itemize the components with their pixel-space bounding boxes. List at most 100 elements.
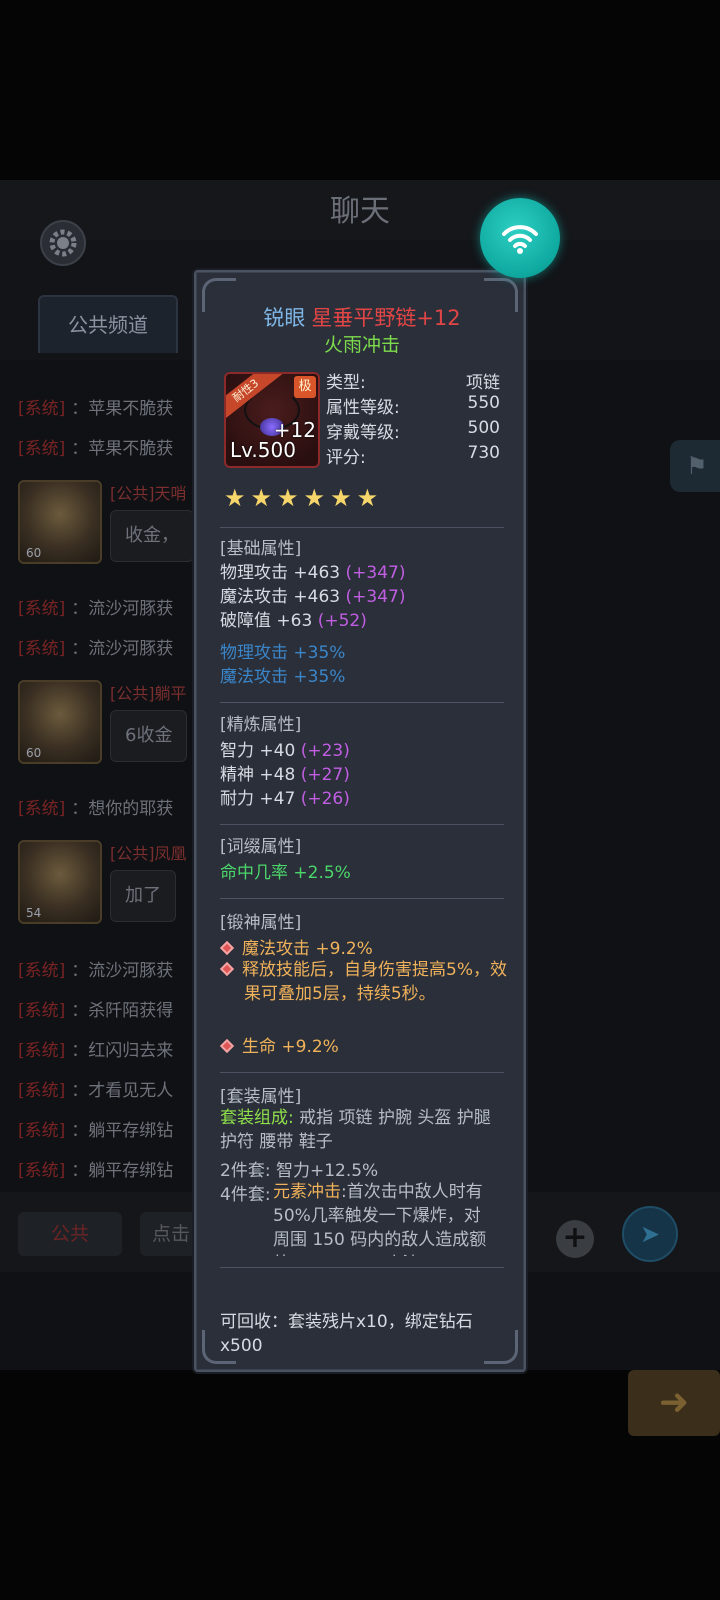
send-icon: ➤ [639,1220,661,1248]
attr-bonus: (+347) [345,587,406,607]
system-tag: [系统] [18,599,66,619]
message-bubble: 收金， [110,510,194,562]
stat-value: 550 [467,393,500,413]
star-rating: ★★★★★★ [224,484,384,512]
list-item: [系统] ：躺平存绑钻 [18,1156,173,1181]
set-composition: 套装组成: 戒指 项链 护腕 头盔 护腿 护符 腰带 鞋子 [220,1106,510,1154]
recycle-info: 可回收：套装残片x10，绑定钻石x500 [220,1312,473,1356]
list-item: [系统] ：流沙河豚获 [18,956,173,981]
divider [220,1072,504,1073]
channel-select-button[interactable]: 公共 [18,1212,122,1256]
system-tag: [系统] [18,439,66,459]
forge-text: 释放技能后，自身伤害提高5%，效果可叠加5层，持续5秒。 [242,960,507,1004]
system-message: ：躺平存绑钻 [71,1121,174,1141]
system-message: ：杀阡陌获得 [71,1001,174,1021]
system-tag: [系统] [18,799,66,819]
system-message: ：红闪归去来 [71,1041,174,1061]
arrow-right-icon: ➜ [658,1382,690,1423]
tab-public-label: 公共频道 [68,313,148,337]
stat-value: 730 [467,443,500,463]
attr-bonus: (+52) [317,611,367,631]
message-bubble: 加了 [110,870,176,922]
grade-badge: 极 [294,376,316,398]
system-message: ：流沙河豚获 [71,599,174,619]
system-tag: [系统] [18,961,66,981]
system-tag: [系统] [18,399,66,419]
system-tag: [系统] [18,1041,66,1061]
chat-title: 聊天 [330,194,390,229]
divider [220,824,504,825]
chat-input[interactable]: 点击 [140,1212,200,1256]
list-item: [系统] ：苹果不脆获 [18,394,173,419]
set-four-piece: 元素冲击:首次击中敌人时有50%几率触发一下爆炸，对周围 150 码内的敌人造成… [273,1180,491,1256]
percent-attr-line: 物理攻击 +35% [220,643,346,663]
tab-public-channel[interactable]: 公共频道 [38,295,178,353]
send-button[interactable]: ➤ [622,1206,678,1262]
attr-bonus: (+23) [300,741,350,761]
section-forge-title: [锻神属性] [220,913,302,933]
gear-icon[interactable] [40,220,86,266]
refine-attr-line: 精神 +48 (+27) [220,760,350,785]
system-tag: [系统] [18,639,66,659]
item-level: Lv.500 [230,438,296,462]
item-prefix: 锐眼 [263,306,306,330]
section-set-title: [套装属性] [220,1087,302,1107]
refine-attr-line: 智力 +40 (+23) [220,736,350,761]
attr-bonus: (+26) [300,789,350,809]
player-name[interactable]: [公共]躺平 [110,680,187,704]
system-tag: [系统] [18,1161,66,1181]
arrow-button[interactable]: ➜ [628,1370,720,1436]
system-message: ：流沙河豚获 [71,639,174,659]
list-item: [系统] ：杀阡陌获得 [18,996,173,1021]
system-message: ：流沙河豚获 [71,961,174,981]
stat-label: 属性等级: [326,398,400,418]
stat-value: 项链 [466,373,500,393]
list-item: [系统] ：流沙河豚获 [18,634,173,659]
plus-icon[interactable]: + [556,1220,594,1258]
forge-text: 魔法攻击 +9.2% [242,939,373,959]
flag-icon: ⚑ [686,452,708,480]
flag-button[interactable]: ⚑ [670,440,720,492]
list-item: [系统] ：流沙河豚获 [18,594,173,619]
refine-attr-line: 耐力 +47 (+26) [220,784,350,809]
list-item: [系统] ：躺平存绑钻 [18,1116,173,1141]
avatar-level: 54 [26,906,42,920]
stat-label: 评分: [326,448,366,468]
attr-text: 魔法攻击 +463 [220,587,341,607]
diamond-icon [219,1038,235,1054]
chat-header: 聊天 [0,180,720,240]
section-refine-title: [精炼属性] [220,715,302,735]
player-name[interactable]: [公共]凤凰 [110,840,187,864]
forge-text: 生命 +9.2% [242,1037,339,1057]
set-four-clip: 元素冲击:首次击中敌人时有50%几率触发一下爆炸，对周围 150 码内的敌人造成… [196,1178,528,1256]
item-tooltip[interactable]: 锐眼 星垂平野链+12 火雨冲击 耐性3 极 +12 Lv.500 类型: 项链 属… [194,270,526,1372]
avatar[interactable]: 60 [18,480,102,564]
system-message: ：躺平存绑钻 [71,1161,174,1181]
diamond-icon [219,940,235,956]
wifi-icon[interactable] [480,198,560,278]
attr-text: 破障值 +63 [220,611,313,631]
percent-attr-line: 魔法攻击 +35% [220,667,346,687]
item-subtitle: 火雨冲击 [323,334,400,356]
system-message: ：苹果不脆获 [71,439,174,459]
system-message: ：想你的耶获 [71,799,174,819]
avatar[interactable]: 60 [18,680,102,764]
forge-attr-line: 释放技能后，自身伤害提高5%，效果可叠加5层，持续5秒。 [219,958,510,1006]
stat-label: 穿戴等级: [326,423,400,443]
basic-attr-line: 破障值 +63 (+52) [220,606,367,631]
player-name[interactable]: [公共]天哨 [110,480,187,504]
avatar[interactable]: 54 [18,840,102,924]
item-icon: 耐性3 极 +12 Lv.500 [224,372,320,468]
avatar-level: 60 [26,546,42,560]
divider [220,898,504,899]
item-name: 星垂平野链+12 [311,306,461,330]
list-item: [系统] ：想你的耶获 [18,794,173,819]
system-message: ：才看见无人 [71,1081,174,1101]
section-basic-title: [基础属性] [220,539,302,559]
divider [220,1267,504,1268]
basic-attr-line: 物理攻击 +463 (+347) [220,558,405,583]
item-title: 锐眼 星垂平野链+12 [196,302,528,332]
attr-text: 精神 +48 [220,765,296,785]
system-tag: [系统] [18,1121,66,1141]
diamond-icon [219,961,235,977]
